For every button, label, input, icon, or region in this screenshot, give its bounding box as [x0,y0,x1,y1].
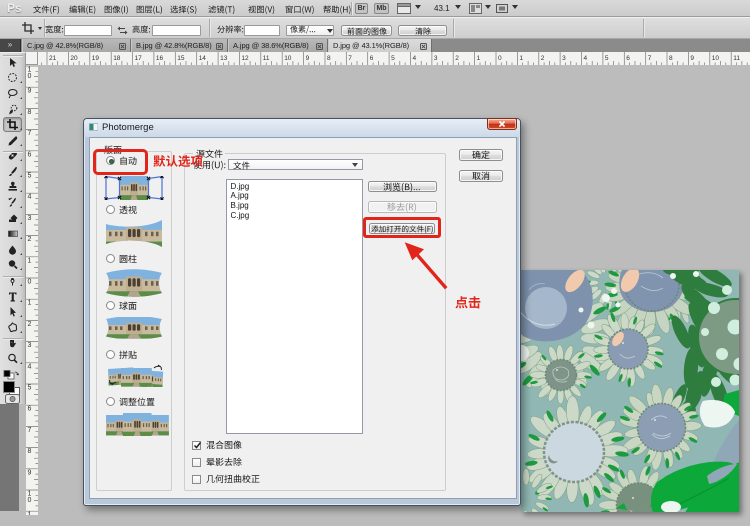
svg-text:3: 3 [434,55,438,62]
svg-text:9: 9 [690,55,694,62]
svg-text:4: 4 [584,55,588,62]
svg-text:5: 5 [391,55,395,62]
svg-text:6: 6 [28,151,32,158]
svg-text:15: 15 [177,55,185,62]
svg-text:5: 5 [28,385,32,392]
svg-text:7: 7 [28,130,32,137]
svg-text:6: 6 [626,55,630,62]
svg-text:2: 2 [28,236,32,243]
svg-text:10: 10 [284,55,292,62]
svg-text:8: 8 [28,448,32,455]
svg-text:19: 19 [92,55,100,62]
svg-text:4: 4 [28,363,32,370]
svg-text:8: 8 [28,109,32,116]
svg-text:2: 2 [541,55,545,62]
svg-text:1: 1 [477,55,481,62]
svg-text:1: 1 [519,55,523,62]
svg-text:5: 5 [605,55,609,62]
svg-text:7: 7 [348,55,352,62]
svg-text:0: 0 [28,73,32,80]
svg-text:2: 2 [455,55,459,62]
svg-text:3: 3 [28,342,32,349]
svg-text:9: 9 [28,469,32,476]
svg-text:20: 20 [70,55,78,62]
svg-text:0: 0 [28,497,32,504]
svg-text:12: 12 [241,55,249,62]
svg-text:3: 3 [28,215,32,222]
svg-text:8: 8 [327,55,331,62]
svg-text:3: 3 [562,55,566,62]
svg-text:9: 9 [306,55,310,62]
svg-text:4: 4 [28,194,32,201]
svg-text:16: 16 [156,55,164,62]
svg-text:10: 10 [712,55,720,62]
svg-text:7: 7 [648,55,652,62]
svg-text:17: 17 [135,55,143,62]
svg-text:13: 13 [220,55,228,62]
svg-text:0: 0 [28,279,32,286]
svg-text:14: 14 [199,55,207,62]
svg-text:11: 11 [733,55,740,62]
svg-text:1: 1 [28,512,32,515]
svg-text:2: 2 [28,321,32,328]
svg-text:4: 4 [413,55,417,62]
svg-text:18: 18 [113,55,121,62]
svg-text:0: 0 [498,55,502,62]
svg-text:21: 21 [49,55,57,62]
svg-text:5: 5 [28,173,32,180]
svg-text:1: 1 [28,257,32,264]
svg-text:8: 8 [669,55,673,62]
svg-text:11: 11 [263,55,270,62]
svg-text:7: 7 [28,427,32,434]
svg-text:9: 9 [28,88,32,95]
svg-text:6: 6 [370,55,374,62]
svg-text:1: 1 [28,300,32,307]
svg-text:6: 6 [28,406,32,413]
